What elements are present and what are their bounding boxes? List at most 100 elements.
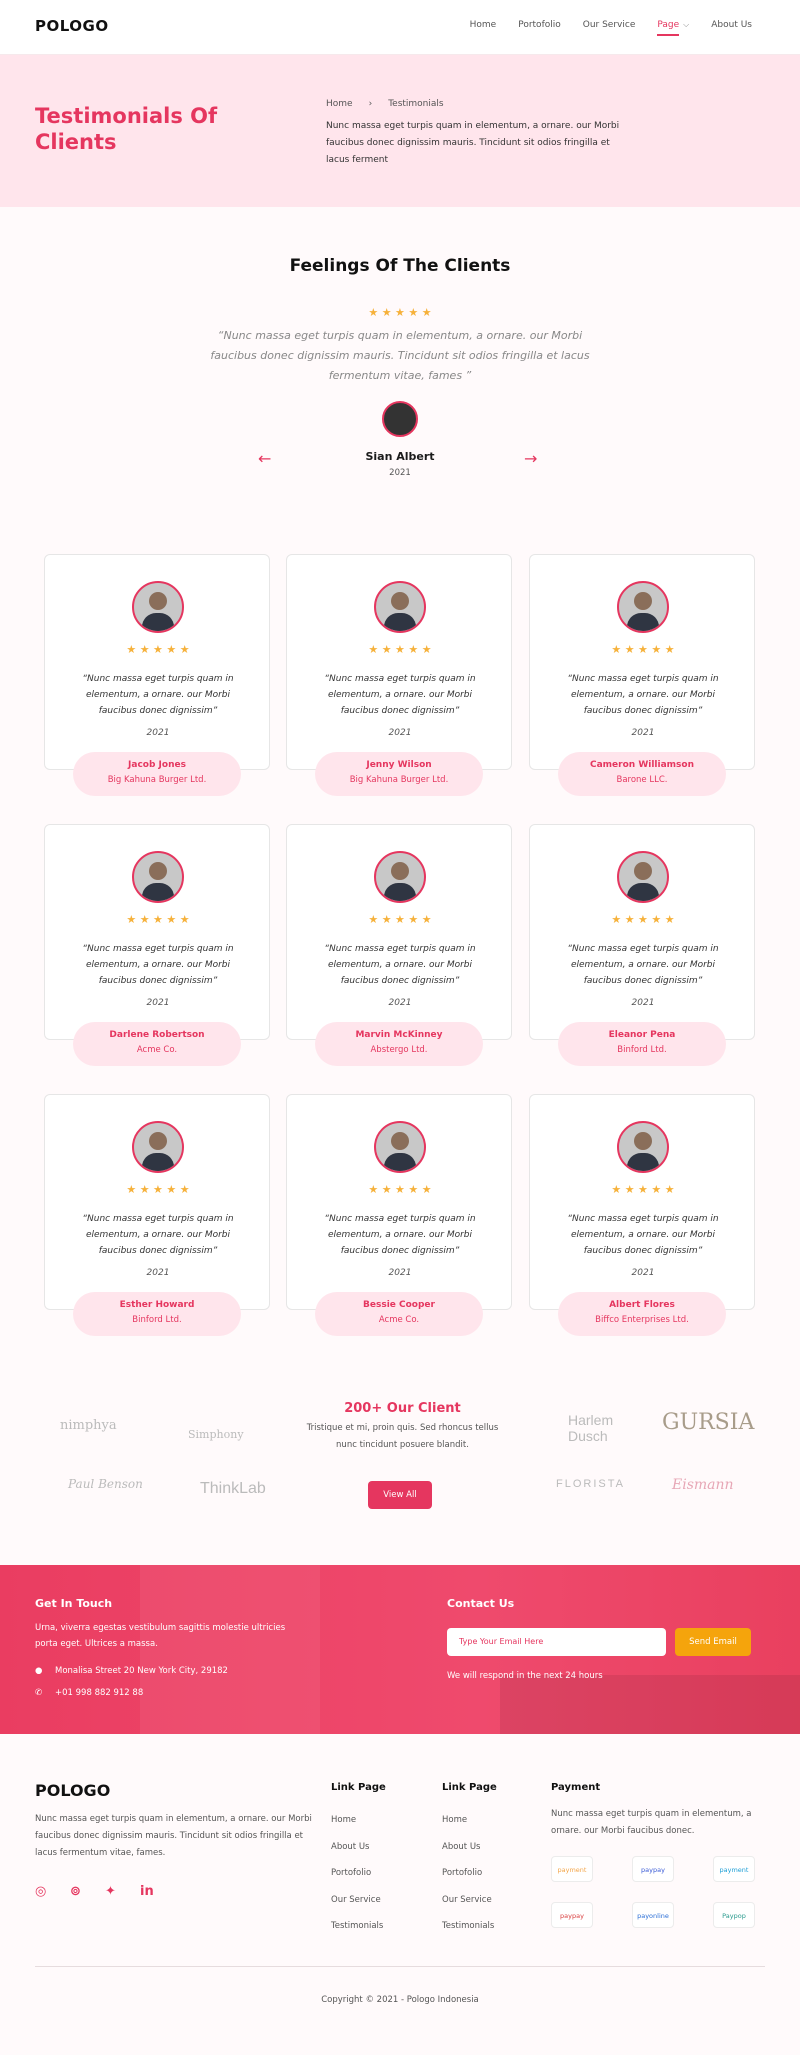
nav-home[interactable]: Home <box>470 20 497 30</box>
testimonial-quote: “Nunc massa eget turpis quam in elementu… <box>82 1214 234 1256</box>
twitter-icon[interactable]: ✦ <box>105 1884 116 1899</box>
get-in-touch-text: Urna, viverra egestas vestibulum sagitti… <box>35 1623 286 1649</box>
chevron-down-icon: ⌵ <box>683 20 690 29</box>
testimonial-year: 2021 <box>146 728 170 738</box>
footer-link[interactable]: Home <box>442 1815 467 1825</box>
logo[interactable]: POLOGO <box>35 17 109 35</box>
nav-our-service[interactable]: Our Service <box>583 20 636 30</box>
footer-link[interactable]: Testimonials <box>331 1921 383 1931</box>
nav-about-us[interactable]: About Us <box>711 20 752 30</box>
client-name: Eleanor Pena <box>608 1030 676 1040</box>
avatar <box>374 851 426 903</box>
footer-link[interactable]: Portofolio <box>442 1868 482 1878</box>
footer-link[interactable]: About Us <box>442 1842 480 1852</box>
footer-link[interactable]: Testimonials <box>442 1921 494 1931</box>
payment-logo: paypay <box>632 1856 674 1882</box>
client-name: Jenny Wilson <box>366 760 432 770</box>
rating-stars: ★ ★ ★ ★ ★ <box>126 643 190 656</box>
breadcrumb: Home › Testimonials <box>326 99 444 109</box>
featured-quote: “Nunc massa eget turpis quam in elementu… <box>210 329 590 382</box>
avatar <box>617 581 669 633</box>
nav-portofolio[interactable]: Portofolio <box>518 20 561 30</box>
rating-stars: ★ ★ ★ ★ ★ <box>611 913 675 926</box>
avatar <box>132 1121 184 1173</box>
featured-name: Sian Albert <box>365 450 435 463</box>
testimonial-card: ★ ★ ★ ★ ★ “Nunc massa eget turpis quam in… <box>286 1094 512 1310</box>
breadcrumb-home[interactable]: Home <box>326 99 353 109</box>
rating-stars: ★ ★ ★ ★ ★ <box>126 1183 190 1196</box>
footer-link[interactable]: Our Service <box>331 1895 381 1905</box>
testimonial-card: ★ ★ ★ ★ ★ “Nunc massa eget turpis quam in… <box>44 824 270 1040</box>
copyright: Copyright © 2021 - Pologo Indonesia <box>321 1995 479 2005</box>
rating-stars: ★ ★ ★ ★ ★ <box>368 913 432 926</box>
payment-logo: Paypop <box>713 1902 755 1928</box>
get-in-touch-title: Get In Touch <box>35 1597 113 1610</box>
featured-year: 2021 <box>389 468 411 478</box>
client-name-pill: Cameron Williamson Barone LLC. <box>558 752 726 796</box>
footer-col2-title: Link Page <box>442 1782 497 1793</box>
testimonial-card: ★ ★ ★ ★ ★ “Nunc massa eget turpis quam in… <box>44 554 270 770</box>
client-name: Albert Flores <box>609 1300 675 1310</box>
send-email-button[interactable]: Send Email <box>675 1628 751 1656</box>
client-company: Big Kahuna Burger Ltd. <box>107 775 207 785</box>
main-nav: Home Portofolio Our Service Page ⌵ About … <box>470 20 752 36</box>
client-name: Esther Howard <box>119 1300 195 1310</box>
rating-stars: ★ ★ ★ ★ ★ <box>611 1183 675 1196</box>
client-name: Bessie Cooper <box>363 1300 435 1310</box>
testimonial-quote: “Nunc massa eget turpis quam in elementu… <box>567 1214 719 1256</box>
email-input[interactable]: Type Your Email Here <box>447 1628 666 1656</box>
footer-link[interactable]: Our Service <box>442 1895 492 1905</box>
testimonial-year: 2021 <box>388 728 412 738</box>
hero-description: Nunc massa eget turpis quam in elementum… <box>326 121 620 165</box>
section-title: Feelings Of The Clients <box>289 256 511 276</box>
footer-link[interactable]: Portofolio <box>331 1868 371 1878</box>
brand-logo: nimphya <box>60 1418 117 1433</box>
payment-text: Nunc massa eget turpis quam in elementum… <box>551 1809 752 1836</box>
brand-logo: GURSIA <box>662 1410 755 1435</box>
client-company: Biffco Enterprises Ltd. <box>595 1315 689 1325</box>
brand-logo: Eismann <box>672 1477 734 1493</box>
client-name-pill: Darlene Robertson Acme Co. <box>73 1022 241 1066</box>
client-company: Big Kahuna Burger Ltd. <box>349 775 449 785</box>
testimonial-card: ★ ★ ★ ★ ★ “Nunc massa eget turpis quam in… <box>286 554 512 770</box>
testimonial-year: 2021 <box>146 998 170 1008</box>
client-company: Acme Co. <box>378 1315 420 1325</box>
avatar <box>617 1121 669 1173</box>
client-name-pill: Jacob Jones Big Kahuna Burger Ltd. <box>73 752 241 796</box>
client-company: Binford Ltd. <box>132 1315 182 1325</box>
page-hero: Testimonials Of Clients Home › Testimoni… <box>0 55 800 207</box>
rating-stars: ★ ★ ★ ★ ★ <box>126 913 190 926</box>
testimonial-year: 2021 <box>631 998 655 1008</box>
view-all-button[interactable]: View All <box>368 1481 432 1509</box>
footer-link[interactable]: About Us <box>331 1842 369 1852</box>
footer-link[interactable]: Home <box>331 1815 356 1825</box>
rating-stars: ★ ★ ★ ★ ★ <box>368 643 432 656</box>
avatar <box>132 851 184 903</box>
messenger-icon[interactable]: ⊚ <box>70 1884 81 1899</box>
testimonial-year: 2021 <box>631 728 655 738</box>
client-name: Cameron Williamson <box>590 760 694 770</box>
testimonial-card: ★ ★ ★ ★ ★ “Nunc massa eget turpis quam in… <box>529 554 755 770</box>
nav-page[interactable]: Page ⌵ <box>657 20 690 36</box>
client-name-pill: Bessie Cooper Acme Co. <box>315 1292 483 1336</box>
testimonial-card: ★ ★ ★ ★ ★ “Nunc massa eget turpis quam in… <box>529 1094 755 1310</box>
footer-divider <box>35 1966 765 1967</box>
linkedin-icon[interactable]: in <box>140 1884 154 1899</box>
brand-logo: ThinkLab <box>200 1480 266 1497</box>
client-name: Marvin McKinney <box>355 1030 443 1040</box>
payment-logo: payonline <box>632 1902 674 1928</box>
client-name: Jacob Jones <box>128 760 186 770</box>
client-company: Binford Ltd. <box>617 1045 667 1055</box>
payment-logo: payment <box>551 1856 593 1882</box>
client-company: Acme Co. <box>136 1045 178 1055</box>
site-header: POLOGO Home Portofolio Our Service Page ⌵… <box>0 0 800 55</box>
testimonial-year: 2021 <box>146 1268 170 1278</box>
footer-logo[interactable]: POLOGO <box>35 1781 110 1800</box>
clients-title: 200+ Our Client <box>344 1401 461 1416</box>
location-icon: ● <box>35 1666 43 1676</box>
testimonial-quote: “Nunc massa eget turpis quam in elementu… <box>82 674 234 716</box>
testimonial-quote: “Nunc massa eget turpis quam in elementu… <box>82 944 234 986</box>
instagram-icon[interactable]: ◎ <box>35 1884 46 1899</box>
testimonial-quote: “Nunc massa eget turpis quam in elementu… <box>567 674 719 716</box>
footer-col1-title: Link Page <box>331 1782 386 1793</box>
